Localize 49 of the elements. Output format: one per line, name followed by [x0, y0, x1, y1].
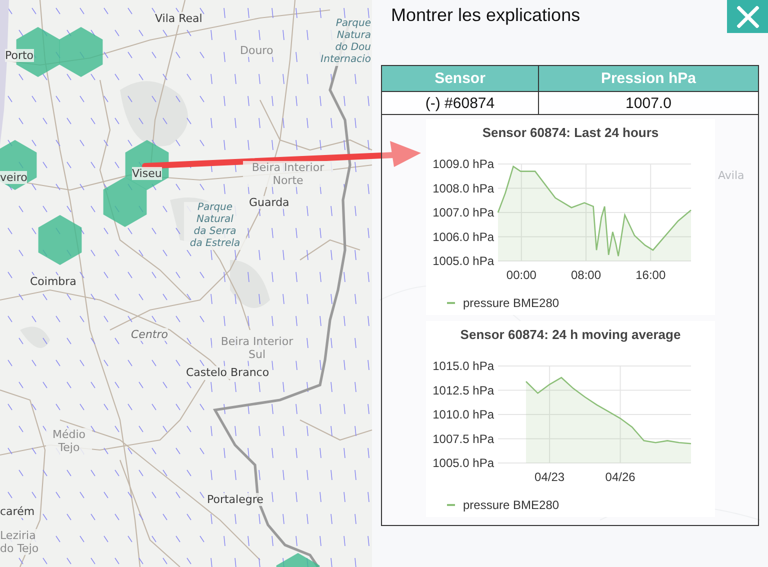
close-button[interactable]	[727, 0, 768, 33]
map-label: Médio Tejo	[46, 428, 92, 454]
table-cell: (-) #60874	[382, 92, 538, 114]
map-label: Porto	[5, 49, 34, 62]
map-label: Beira Interior Norte	[243, 161, 333, 187]
hexagon-marker[interactable]	[276, 553, 320, 567]
table-cell: 1007.0	[538, 92, 758, 114]
chart-title: Sensor 60874: Last 24 hours	[482, 125, 658, 140]
axis-label: 1008.0 hPa	[432, 181, 494, 196]
axis-label: 00:00	[506, 268, 536, 282]
axis-label: 04/23	[534, 470, 564, 484]
map-label: Coimbra	[30, 275, 76, 288]
map-label: Castelo Branco	[186, 366, 270, 379]
axis-label: 1007.0 hPa	[432, 206, 494, 220]
axis-label: 04/26	[604, 470, 635, 484]
close-icon	[736, 6, 758, 28]
column-header: Pression hPa	[538, 66, 758, 92]
axis-label: 08:00	[570, 268, 601, 282]
map-label: Vila Real	[155, 12, 202, 25]
axis-label: 1006.0 hPa	[432, 230, 494, 244]
map-label: Portalegre	[207, 493, 264, 506]
axis-label: 1005.0 hPa	[432, 456, 494, 470]
axis-label: 1007.5 hPa	[432, 432, 494, 446]
map-label: carém	[0, 505, 35, 518]
legend-marker	[446, 302, 454, 304]
map-label: Parque Natural da Serra da Estrela	[184, 202, 246, 250]
legend-label[interactable]: pressure BME280	[462, 498, 559, 512]
legend-label[interactable]: pressure BME280	[462, 296, 559, 310]
map-label: Avila	[718, 169, 744, 182]
hexagon-marker[interactable]	[59, 27, 103, 77]
map-label: Leziria do Tejo	[0, 529, 39, 555]
axis-label: 1010.0 hPa	[432, 408, 494, 422]
map-label: Centro	[131, 328, 168, 341]
map-label: Viseu	[132, 167, 162, 180]
map-label: veiro	[0, 171, 28, 184]
panel-title: Montrer les explications	[391, 4, 580, 26]
hexagon-marker[interactable]	[103, 177, 147, 227]
map-label: Guarda	[249, 196, 290, 209]
axis-label: 1009.0 hPa	[432, 157, 494, 171]
hexagon-marker[interactable]	[38, 215, 82, 265]
map-label: Douro	[240, 44, 274, 57]
legend-marker	[446, 504, 454, 506]
axis-label: 1015.0 hPa	[432, 359, 494, 373]
axis-label: 16:00	[635, 268, 666, 282]
axis-label: 1012.5 hPa	[432, 383, 494, 398]
axis-label: 1005.0 hPa	[432, 254, 494, 268]
column-header: Sensor	[382, 66, 538, 92]
chart-title: Sensor 60874: 24 h moving average	[460, 327, 680, 342]
map-label: Parque Natura do Dou Internacio	[318, 18, 371, 66]
